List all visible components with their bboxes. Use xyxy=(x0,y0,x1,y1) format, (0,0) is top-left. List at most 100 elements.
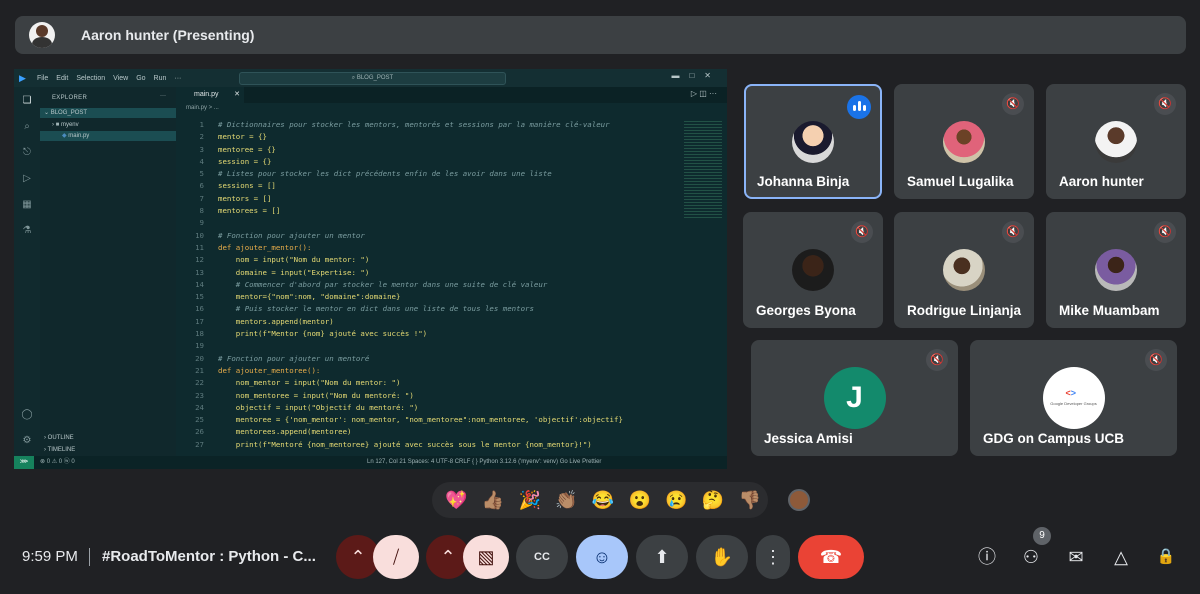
vscode-logo-icon: ▶ xyxy=(19,73,26,83)
participant-tile-georges[interactable]: 🔇 Georges Byona xyxy=(743,212,883,328)
code-text: mentors = [] xyxy=(218,193,272,203)
python-file-icon: ◆ xyxy=(62,133,67,139)
avatar xyxy=(943,249,985,291)
reaction-party[interactable]: 🎉 xyxy=(511,490,548,511)
code-line: 7 mentors = [] xyxy=(176,193,681,205)
reaction-laugh[interactable]: 😂 xyxy=(585,490,622,511)
minimap xyxy=(684,119,722,219)
search-icon: ⌕ xyxy=(24,121,30,132)
host-controls-icon[interactable]: 🔒 xyxy=(1155,546,1177,568)
reaction-heart[interactable]: 💖 xyxy=(438,490,475,511)
participant-tile-johanna[interactable]: Johanna Binja xyxy=(744,84,882,199)
explorer-more: ··· xyxy=(160,93,166,99)
line-number: 14 xyxy=(195,279,204,289)
reaction-clap[interactable]: 👏🏽 xyxy=(548,490,585,511)
code-line: 15 mentor={"nom":nom, "domaine":domaine} xyxy=(176,291,681,303)
line-number: 3 xyxy=(199,144,204,154)
participant-tile-rodrigue[interactable]: 🔇 Rodrigue Linjanja xyxy=(894,212,1034,328)
code-line: 19 xyxy=(176,340,681,352)
captions-icon: CC xyxy=(534,551,550,563)
code-line: 25 mentoree = {'nom_mentor': nom_mentor,… xyxy=(176,414,681,426)
skin-tone-selector[interactable] xyxy=(788,489,810,511)
avatar xyxy=(792,249,834,291)
outline-section: › OUTLINE xyxy=(44,435,74,441)
avatar: J xyxy=(823,367,886,429)
captions-button[interactable]: CC xyxy=(516,535,568,579)
mic-off-icon: 🔇 xyxy=(1154,221,1176,243)
testing-icon: ⚗ xyxy=(22,225,32,236)
line-number: 25 xyxy=(195,415,204,425)
present-screen-icon: ⬆ xyxy=(654,547,670,567)
line-number: 19 xyxy=(195,341,204,351)
outline-label: OUTLINE xyxy=(47,435,74,441)
explorer-title: EXPLORER xyxy=(52,95,88,101)
code-line: 18 print(f"Mentor {nom} ajouté avec succ… xyxy=(176,328,681,340)
mic-off-icon: 🔇 xyxy=(1145,349,1167,371)
root-folder-row: ⌄ BLOG_POST xyxy=(40,108,176,118)
code-text: objectif = input("Objectif du mentoré: "… xyxy=(218,402,419,412)
participant-name: Mike Muambam xyxy=(1059,303,1160,318)
reaction-thumbs-up[interactable]: 👍🏽 xyxy=(475,490,512,511)
line-number: 5 xyxy=(199,169,204,179)
presenter-name: Aaron hunter (Presenting) xyxy=(81,27,255,43)
reaction-surprised[interactable]: 😮 xyxy=(621,490,658,511)
code-text: # Puis stocker le mentor en dict dans un… xyxy=(218,304,534,314)
code-line: 27 print(f"Mentoré {nom_mentoree} ajouté… xyxy=(176,439,681,451)
activities-icon[interactable]: △ xyxy=(1110,546,1132,568)
window-controls-icon: ▬□✕ xyxy=(671,71,721,80)
code-text: mentors.append(mentor) xyxy=(218,316,334,326)
code-text: sessions = [] xyxy=(218,181,276,191)
camera-toggle-button[interactable]: ▧ xyxy=(463,535,509,579)
participant-tile-mike[interactable]: 🔇 Mike Muambam xyxy=(1046,212,1186,328)
reactions-bar: 💖 👍🏽 🎉 👏🏽 😂 😮 😢 🤔 👎🏽 xyxy=(432,482,768,518)
participant-tile-jessica[interactable]: J 🔇 Jessica Amisi xyxy=(751,340,958,456)
participant-tile-samuel[interactable]: 🔇 Samuel Lugalika xyxy=(894,84,1034,199)
participant-tile-gdg[interactable]: <> Google Developer Groups 🔇 GDG on Camp… xyxy=(970,340,1177,456)
present-button[interactable]: ⬆ xyxy=(636,535,688,579)
code-line: 6 sessions = [] xyxy=(176,180,681,192)
avatar xyxy=(1095,249,1137,291)
people-icon[interactable]: ⚇ xyxy=(1020,546,1042,568)
code-line: 10 # Fonction pour ajouter un mentor xyxy=(176,230,681,242)
status-left: ⊗ 0 ⚠ 0 ⓦ 0 xyxy=(40,459,75,465)
code-text: session = {} xyxy=(218,156,272,166)
code-line: 1 # Dictionnaires pour stocker les mentor… xyxy=(176,119,681,131)
code-line: 11 def ajouter_mentor(): xyxy=(176,242,681,254)
chevron-right-icon: › xyxy=(52,122,54,128)
editor-tab-bar: main.py ✕ ▷ ◫ ··· xyxy=(176,87,727,103)
reaction-sad[interactable]: 😢 xyxy=(658,490,695,511)
chevron-down-icon: ⌄ xyxy=(44,110,50,116)
participant-tile-aaron[interactable]: 🔇 Aaron hunter xyxy=(1046,84,1186,199)
reaction-thinking[interactable]: 🤔 xyxy=(695,490,732,511)
menu-run: Run xyxy=(153,74,167,82)
code-line: 12 nom = input("Nom du mentor: ") xyxy=(176,254,681,266)
code-text: def ajouter_mentor(): xyxy=(218,242,312,252)
end-call-button[interactable]: ☎ xyxy=(798,535,864,579)
line-number: 16 xyxy=(195,304,204,314)
mic-off-icon: 🔇 xyxy=(1002,221,1024,243)
file-row-main: ◆ main.py xyxy=(40,131,176,141)
reactions-button[interactable]: ☺ xyxy=(576,535,628,579)
root-folder-label: BLOG_POST xyxy=(50,110,88,116)
line-number: 7 xyxy=(199,193,204,203)
tab-label: main.py xyxy=(194,91,219,98)
participant-name: Johanna Binja xyxy=(757,174,850,189)
participant-name: Rodrigue Linjanja xyxy=(907,303,1022,318)
code-text: mentorees = [] xyxy=(218,206,281,216)
raise-hand-button[interactable]: ✋ xyxy=(696,535,748,579)
code-text: print(f"Mentor {nom} ajouté avec succès … xyxy=(218,329,428,339)
source-control-icon: ⎋ xyxy=(23,147,31,158)
meeting-time: 9:59 PM xyxy=(22,548,78,565)
run-split-icon: ▷ ◫ ··· xyxy=(690,89,717,98)
settings-gear-icon: ⚙ xyxy=(22,435,32,446)
info-icon[interactable]: ⓘ xyxy=(976,546,998,568)
mic-toggle-button[interactable]: ⧸ xyxy=(373,535,419,579)
chat-icon[interactable]: ✉ xyxy=(1065,546,1087,568)
line-number: 20 xyxy=(195,353,204,363)
mic-off-icon: 🔇 xyxy=(1154,93,1176,115)
vscode-activity-bar: ❏ ⌕ ⎋ ▷ ▦ ⚗ ◯ ⚙ xyxy=(14,87,40,456)
more-options-button[interactable]: ⋮ xyxy=(756,535,790,579)
reaction-thumbs-down[interactable]: 👎🏽 xyxy=(731,490,768,511)
line-number: 11 xyxy=(195,242,204,252)
code-text: nom = input("Nom du mentor: ") xyxy=(218,255,370,265)
